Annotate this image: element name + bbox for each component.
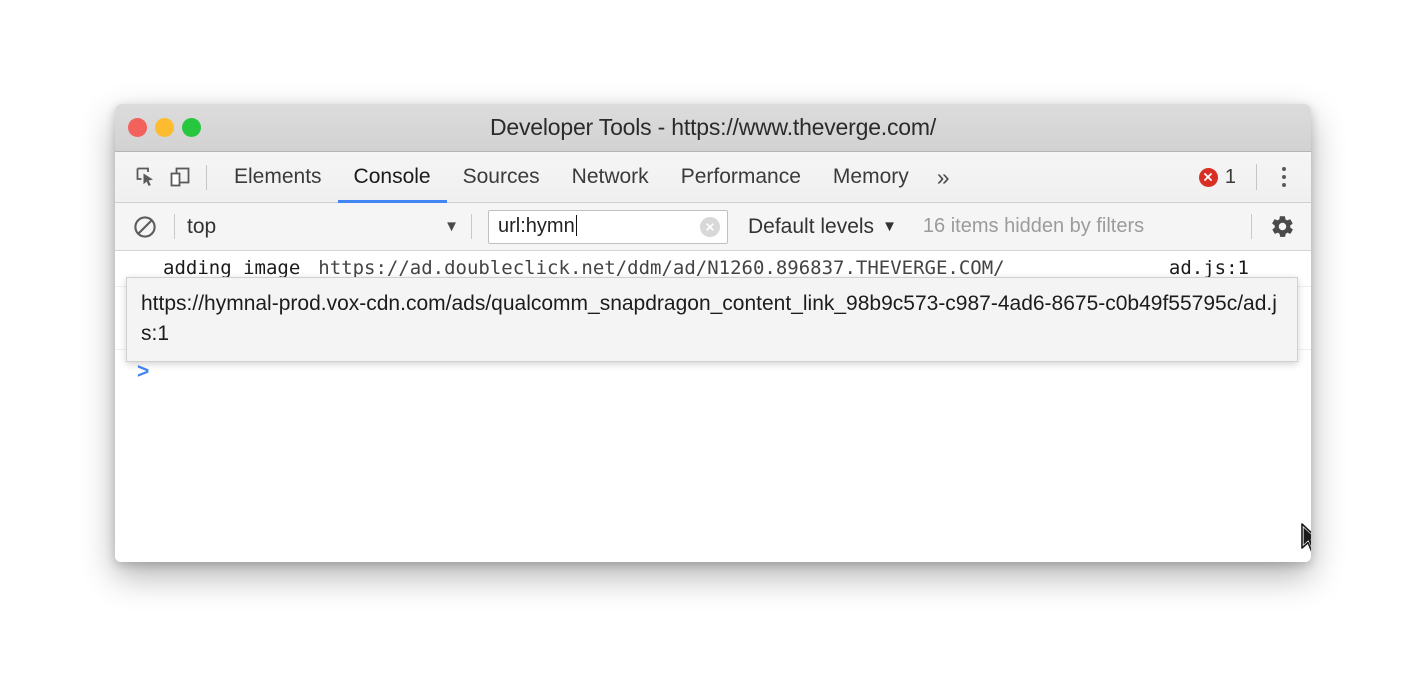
tab-network[interactable]: Network <box>556 152 665 203</box>
filterbar-right-controls <box>1239 210 1311 244</box>
kebab-dot <box>1282 175 1286 179</box>
close-window-button[interactable] <box>128 118 147 137</box>
chevron-down-icon: ▼ <box>882 218 897 235</box>
console-message-list[interactable]: adding image https://ad.doubleclick.net/d… <box>115 251 1311 562</box>
link-url-tooltip: https://hymnal-prod.vox-cdn.com/ads/qual… <box>126 277 1298 362</box>
tab-console-label: Console <box>353 165 431 188</box>
tab-list: Elements Console Sources Network Perform… <box>218 152 962 203</box>
more-tabs-button[interactable]: » <box>925 152 962 203</box>
devtools-tabbar: Elements Console Sources Network Perform… <box>115 152 1311 203</box>
tab-console[interactable]: Console <box>337 152 447 203</box>
tab-elements-label: Elements <box>234 165 322 188</box>
gear-icon[interactable] <box>1264 210 1300 244</box>
execution-context-label: top <box>187 214 217 238</box>
tab-memory-label: Memory <box>832 165 909 188</box>
minimize-window-button[interactable] <box>155 118 174 137</box>
console-log-url[interactable]: https://ad.doubleclick.net/ddm/ad/N1260.… <box>318 257 1004 279</box>
inspect-element-icon[interactable] <box>129 160 163 194</box>
window-titlebar: Developer Tools - https://www.theverge.c… <box>115 104 1311 152</box>
log-levels-selector[interactable]: Default levels ▼ <box>748 215 897 239</box>
toolbar-divider <box>206 164 207 190</box>
filterbar-divider <box>174 214 175 239</box>
filterbar-divider <box>1251 214 1252 239</box>
console-filter-toolbar: top ▼ url:hymn Default levels ▼ 16 items… <box>115 203 1311 251</box>
tab-sources-label: Sources <box>462 165 540 188</box>
tab-sources[interactable]: Sources <box>447 152 556 203</box>
more-tabs-label: » <box>936 163 950 190</box>
mouse-pointer-icon <box>1300 523 1311 562</box>
error-count-badge[interactable]: 1 <box>1191 166 1244 189</box>
kebab-menu-icon[interactable] <box>1269 160 1299 194</box>
tabbar-divider <box>1256 164 1257 190</box>
tab-performance-label: Performance <box>680 165 801 188</box>
device-toolbar-icon[interactable] <box>163 160 197 194</box>
log-levels-label: Default levels <box>748 214 875 238</box>
tab-performance[interactable]: Performance <box>665 152 817 203</box>
error-icon <box>1198 167 1218 187</box>
text-caret <box>575 215 578 236</box>
clear-filter-icon[interactable] <box>700 216 720 237</box>
kebab-dot <box>1282 183 1286 187</box>
tab-memory[interactable]: Memory <box>817 152 925 203</box>
filterbar-divider <box>471 214 472 239</box>
console-log-message: adding image <box>163 257 301 279</box>
console-prompt-chevron: > <box>137 360 150 383</box>
filter-input-value: url:hymn <box>498 215 575 237</box>
tab-elements[interactable]: Elements <box>218 152 338 203</box>
chevron-down-icon: ▼ <box>444 218 459 235</box>
maximize-window-button[interactable] <box>182 118 201 137</box>
traffic-lights <box>128 104 201 151</box>
error-count-label: 1 <box>1224 165 1236 188</box>
filter-input[interactable]: url:hymn <box>488 209 728 244</box>
execution-context-selector[interactable]: top ▼ <box>187 215 459 239</box>
window-title: Developer Tools - https://www.theverge.c… <box>489 114 937 140</box>
tab-network-label: Network <box>571 165 649 188</box>
devtools-window: Developer Tools - https://www.theverge.c… <box>115 104 1311 562</box>
hidden-items-message: 16 items hidden by filters <box>922 215 1145 237</box>
tabbar-right-controls: 1 <box>1191 160 1311 194</box>
kebab-dot <box>1282 167 1286 171</box>
clear-console-icon[interactable] <box>128 210 162 244</box>
